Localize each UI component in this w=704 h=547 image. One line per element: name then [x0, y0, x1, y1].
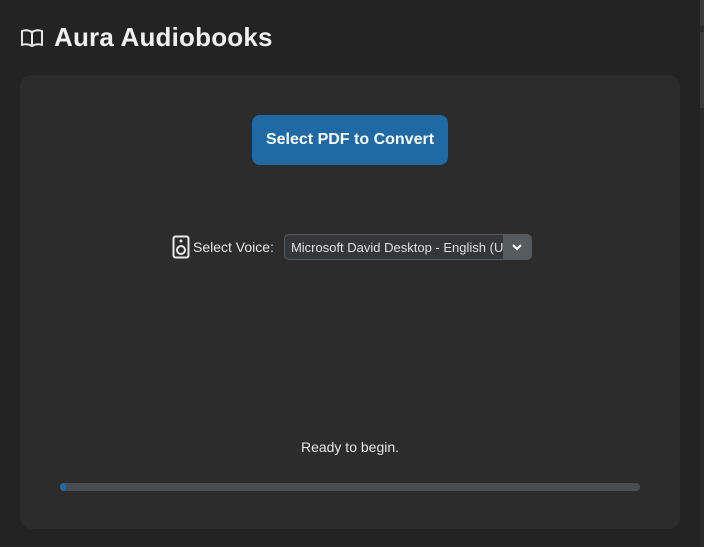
voice-label: Select Voice: — [193, 239, 274, 255]
select-pdf-button[interactable]: Select PDF to Convert — [252, 115, 448, 165]
speaker-icon — [172, 235, 190, 259]
app-title: Aura Audiobooks — [54, 22, 273, 52]
voice-dropdown-button[interactable] — [502, 235, 531, 259]
open-book-icon — [20, 27, 44, 49]
progress-bar-fill — [60, 483, 66, 491]
progress-bar — [60, 483, 640, 491]
main-panel: Select PDF to Convert Select Voice: Micr… — [20, 75, 680, 529]
window-edge — [700, 0, 704, 547]
app-header: Aura Audiobooks — [20, 22, 273, 53]
voice-selected-value[interactable]: Microsoft David Desktop - English (Unite… — [285, 240, 503, 255]
chevron-down-icon — [512, 244, 522, 251]
status-text: Ready to begin. — [300, 439, 400, 455]
app-window: Aura Audiobooks Select PDF to Convert Se… — [0, 0, 704, 547]
voice-selector-row: Select Voice: Microsoft David Desktop - … — [172, 233, 532, 261]
voice-dropdown[interactable]: Microsoft David Desktop - English (Unite… — [283, 234, 532, 260]
